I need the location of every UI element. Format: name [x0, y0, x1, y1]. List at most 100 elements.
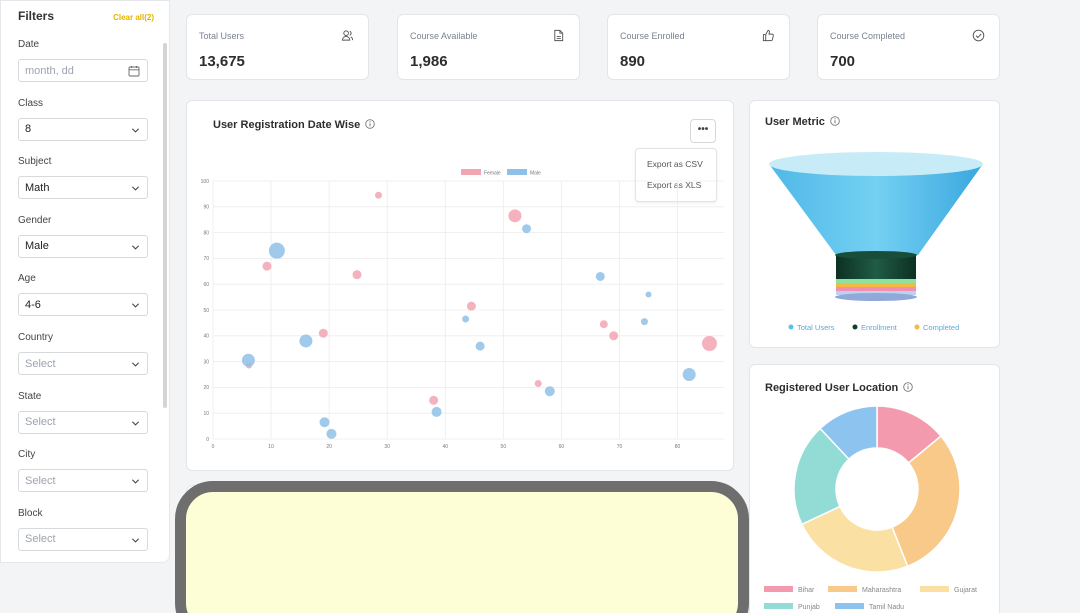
user-metric-card: User Metric Total Users Enrollment Compl…: [749, 100, 1000, 348]
scatter-chart: 0 10 20 30 40 50 60 70 80 90 100 0 10 20 30 40 50 60 70 80 F…: [201, 169, 724, 450]
scatter-point-female: [599, 320, 608, 329]
filter-label: Age: [18, 273, 36, 285]
sidebar-scrollbar[interactable]: [163, 43, 167, 408]
stat-value: 700: [830, 53, 856, 70]
legend-label-gujarat: Gujarat: [954, 587, 977, 594]
users-icon: [341, 30, 354, 41]
registration-chart-card: User Registration Date Wise ••• Export a…: [186, 100, 734, 471]
filters-title: Filters: [18, 9, 55, 23]
x-tick-label: 80: [675, 444, 681, 450]
filter-country: Country Select: [18, 332, 148, 375]
location-card: Registered User Location Bihar Maharashtr…: [749, 364, 1000, 613]
filter-block: Block Select: [18, 508, 148, 551]
x-tick-label: 0: [212, 444, 215, 450]
chevron-down-icon: [131, 245, 140, 250]
legend-total-users: Total Users: [797, 323, 835, 332]
y-tick-label: 10: [203, 411, 209, 417]
city-select[interactable]: Select: [18, 469, 148, 493]
legend-swatch: [828, 586, 857, 592]
scatter-point-female: [429, 395, 439, 405]
legend-swatch-completed: [914, 324, 920, 330]
gender-select[interactable]: Male: [18, 234, 148, 258]
device-frame-overlay: [175, 481, 749, 613]
scatter-point-female: [352, 270, 362, 280]
x-tick-label: 40: [442, 444, 448, 450]
legend-swatch-female: [461, 169, 481, 175]
chevron-down-icon: [131, 538, 140, 543]
filter-value: 4-6: [25, 298, 41, 311]
block-select[interactable]: Select: [18, 527, 148, 551]
stat-label: Course Completed: [830, 31, 906, 41]
legend-swatch: [764, 603, 793, 609]
class-select[interactable]: 8: [18, 117, 148, 141]
chevron-down-icon: [131, 362, 140, 367]
country-select[interactable]: Select: [18, 352, 148, 375]
y-tick-label: 40: [203, 334, 209, 340]
legend-label-bihar: Bihar: [798, 587, 815, 594]
scatter-point-male: [522, 224, 532, 234]
scatter-point-male: [645, 291, 652, 298]
stat-label: Course Enrolled: [620, 31, 685, 41]
scatter-point-male: [268, 242, 285, 259]
age-select[interactable]: 4-6: [18, 293, 148, 317]
x-tick-label: 50: [501, 444, 507, 450]
chevron-down-icon: [131, 420, 140, 426]
state-select[interactable]: Select: [18, 410, 148, 434]
y-tick-label: 60: [203, 282, 209, 288]
scatter-point-female: [534, 380, 542, 388]
chevron-down-icon: [131, 127, 140, 133]
scatter-point-male: [595, 271, 605, 281]
filter-state: State Select: [18, 391, 148, 434]
filter-city: City Select: [18, 449, 148, 493]
legend-swatch-enrollment: [852, 324, 858, 330]
filters-header: Filters Clear all(2): [18, 9, 158, 25]
filter-value: Select: [25, 533, 56, 546]
scatter-point-female: [374, 191, 382, 199]
scatter-point-female: [318, 328, 328, 338]
filter-label: City: [18, 449, 36, 461]
chevron-down-icon: [131, 303, 140, 309]
y-tick-label: 90: [203, 205, 209, 211]
funnel-bottom: [835, 293, 917, 301]
check-circle-icon: [972, 29, 985, 42]
filter-subject: Subject Math: [18, 156, 148, 200]
scatter-point-male: [299, 334, 313, 348]
scatter-point-male: [462, 315, 470, 323]
legend-label-maharashtra: Maharashtra: [862, 587, 901, 594]
scatter-point-female: [508, 209, 522, 223]
x-tick-label: 10: [268, 444, 274, 450]
legend-label-female: Female: [484, 171, 501, 177]
filter-age: Age 4-6: [18, 273, 148, 317]
date-date-input[interactable]: month, dd: [18, 59, 148, 82]
filter-value: Select: [25, 474, 56, 487]
legend-swatch-total-users: [788, 324, 794, 330]
funnel-completed: [836, 283, 916, 287]
scatter-point-male: [241, 353, 255, 367]
clear-all-link[interactable]: Clear all(2): [113, 13, 154, 22]
stat-card-course-available: Course Available 1,986: [397, 14, 580, 80]
filter-value: Select: [25, 416, 56, 429]
funnel-chart: Total Users Enrollment Completed: [769, 152, 983, 332]
filter-value: Select: [25, 357, 56, 370]
y-tick-label: 70: [203, 256, 209, 262]
legend-label-tamil-nadu: Tamil Nadu: [869, 604, 904, 611]
filter-label: Subject: [18, 156, 52, 168]
stat-label: Course Available: [410, 31, 478, 41]
y-tick-label: 30: [203, 359, 209, 365]
y-tick-label: 50: [203, 308, 209, 314]
filter-value: Male: [25, 240, 49, 253]
filter-date: Date month, dd: [18, 39, 148, 82]
x-tick-label: 30: [384, 444, 390, 450]
funnel-top-rim: [769, 152, 983, 176]
stat-value: 1,986: [410, 53, 448, 70]
legend-completed: Completed: [923, 323, 959, 332]
stat-value: 890: [620, 53, 646, 70]
filter-value: 8: [25, 123, 32, 136]
scatter-point-male: [431, 406, 442, 417]
chevron-down-icon: [131, 186, 140, 191]
scatter-point-male: [640, 318, 648, 326]
y-tick-label: 0: [206, 437, 209, 443]
legend-swatch: [920, 586, 949, 592]
subject-select[interactable]: Math: [18, 176, 148, 200]
document-icon: [554, 29, 564, 42]
